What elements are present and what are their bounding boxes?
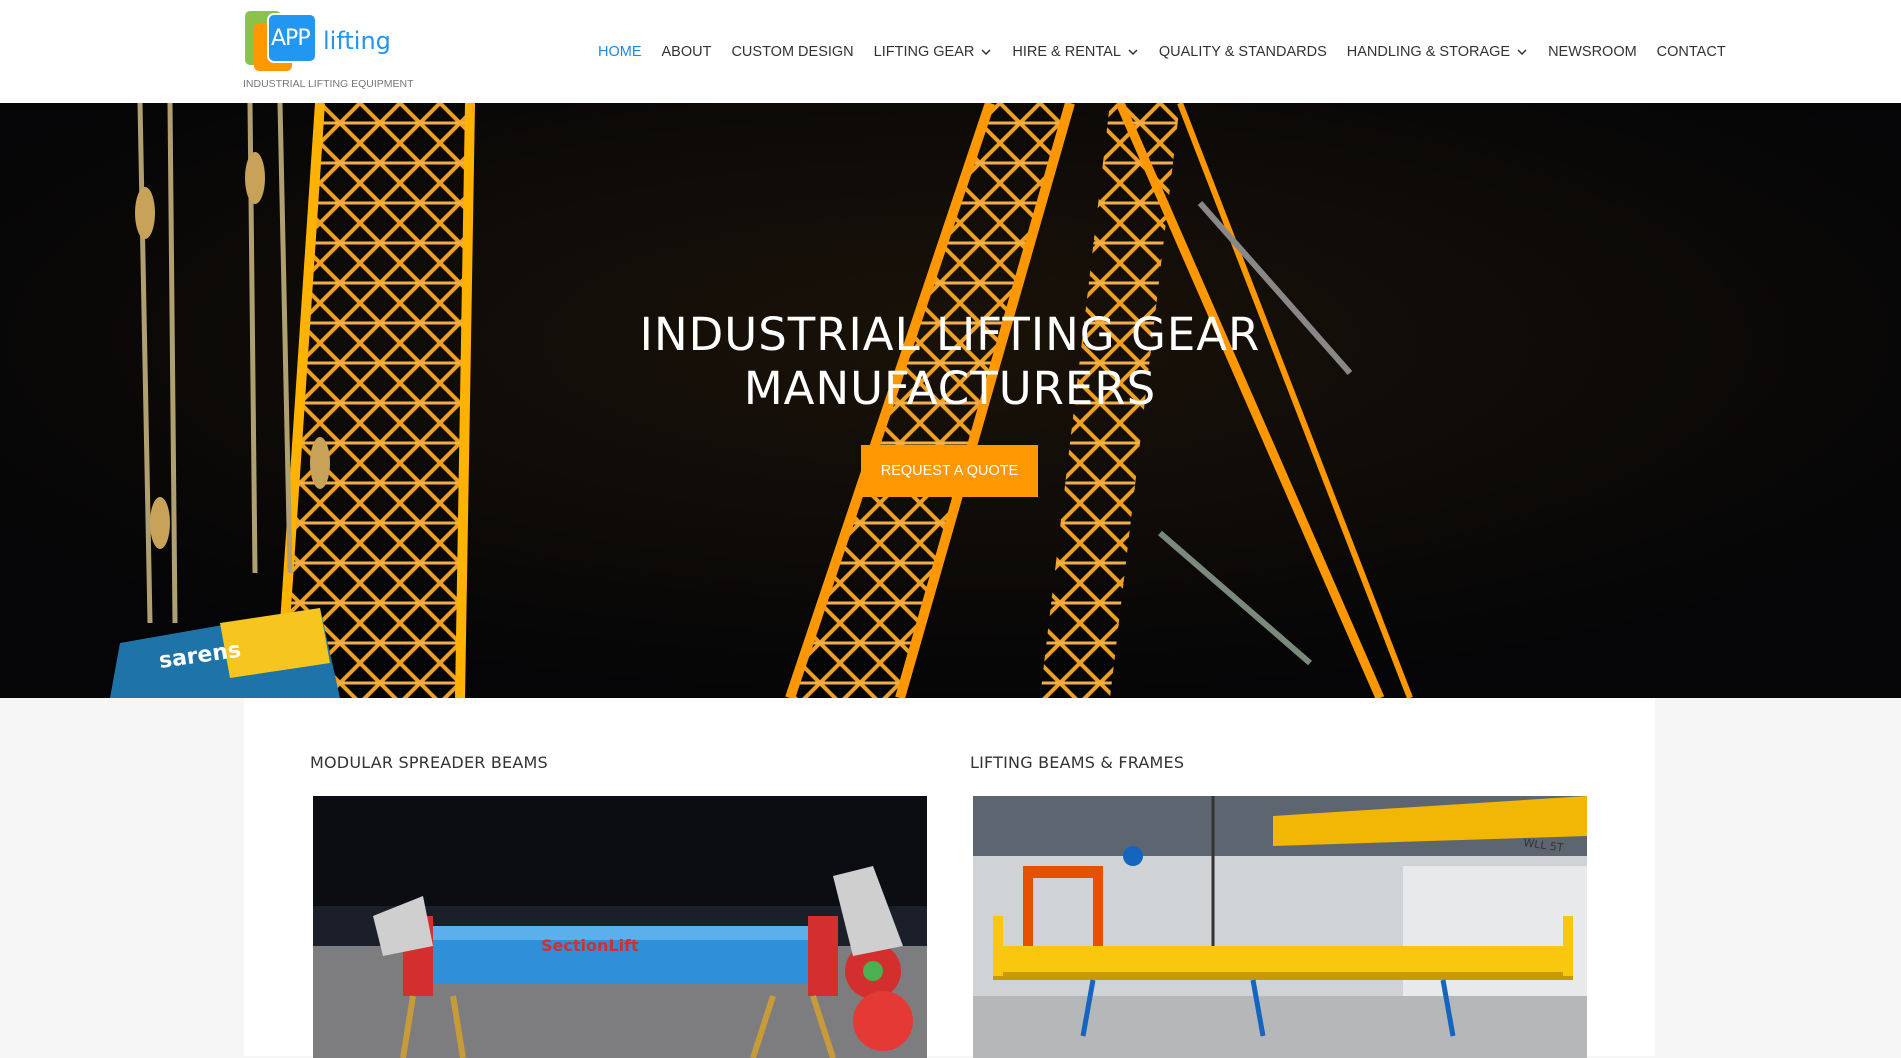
chevron-down-icon [1517, 48, 1527, 55]
nav-item-about[interactable]: ABOUT [662, 44, 712, 60]
nav-item-quality-standards[interactable]: QUALITY & STANDARDS [1159, 44, 1327, 60]
card-title-modular-spreader-beams[interactable]: MODULAR SPREADER BEAMS [310, 753, 548, 772]
nav-item-contact[interactable]: CONTACT [1657, 44, 1726, 60]
site-logo[interactable]: APP lifting INDUSTRIAL LIFTING EQUIPMENT [243, 9, 414, 93]
modular-spreader-beam-image[interactable]: SectionLift [313, 796, 927, 1058]
logo-letters: APP [271, 26, 311, 51]
logo-tagline: INDUSTRIAL LIFTING EQUIPMENT [243, 78, 414, 90]
nav-item-lifting-gear[interactable]: LIFTING GEAR [874, 44, 993, 60]
main-nav: HOME ABOUT CUSTOM DESIGN LIFTING GEAR HI… [598, 0, 1726, 103]
logo-wordmark: lifting [323, 27, 391, 55]
nav-item-handling-storage[interactable]: HANDLING & STORAGE [1347, 44, 1528, 60]
logo-mark-icon: APP [245, 9, 325, 75]
nav-item-home[interactable]: HOME [598, 44, 642, 60]
nav-item-hire-rental[interactable]: HIRE & RENTAL [1012, 44, 1139, 60]
hero-title: INDUSTRIAL LIFTING GEAR MANUFACTURERS [639, 308, 1261, 415]
beam-brand-text: SectionLift [541, 936, 639, 955]
chevron-down-icon [1128, 48, 1138, 55]
site-header: APP lifting INDUSTRIAL LIFTING EQUIPMENT… [0, 0, 1901, 103]
nav-item-newsroom[interactable]: NEWSROOM [1548, 44, 1637, 60]
lifting-beams-frames-image[interactable]: WLL 5T [973, 796, 1587, 1058]
nav-item-custom-design[interactable]: CUSTOM DESIGN [731, 44, 853, 60]
request-quote-button[interactable]: REQUEST A QUOTE [861, 445, 1038, 497]
card-title-lifting-beams-frames[interactable]: LIFTING BEAMS & FRAMES [970, 753, 1184, 772]
product-grid: MODULAR SPREADER BEAMS SectionLift LIFTI… [244, 698, 1655, 1058]
chevron-down-icon [981, 48, 991, 55]
hero-banner: sarens INDUSTRIAL LIFTING GEAR MANUFACTU… [0, 103, 1901, 698]
